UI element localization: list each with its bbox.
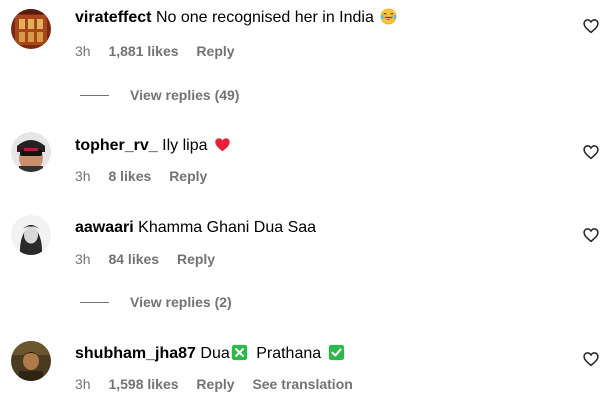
username[interactable]: shubham_jha87 bbox=[75, 345, 196, 362]
username[interactable]: topher_rv_ bbox=[75, 137, 158, 154]
laughing-tears-emoji bbox=[380, 8, 397, 25]
view-replies-label[interactable]: View replies (49) bbox=[130, 86, 239, 104]
likes-count[interactable]: 8 likes bbox=[108, 168, 151, 184]
like-heart-icon[interactable] bbox=[582, 350, 600, 368]
comment-line: topher_rv_ Ily lipa bbox=[75, 136, 231, 156]
avatar-aawaari[interactable] bbox=[11, 215, 51, 255]
reply-button[interactable]: Reply bbox=[196, 43, 234, 59]
comment-text-a: Dua bbox=[200, 345, 230, 362]
reply-button[interactable]: Reply bbox=[196, 376, 234, 392]
like-heart-icon[interactable] bbox=[582, 17, 600, 35]
comment-line: virateffect No one recognised her in Ind… bbox=[75, 8, 397, 28]
cross-mark-button-emoji bbox=[231, 344, 248, 361]
comment-text: No one recognised her in India bbox=[155, 9, 374, 26]
check-mark-button-emoji bbox=[328, 344, 345, 361]
reply-button[interactable]: Reply bbox=[177, 251, 215, 267]
reply-button[interactable]: Reply bbox=[169, 168, 207, 184]
comment-line: aawaari Khamma Ghani Dua Saa bbox=[75, 218, 316, 238]
view-replies-label[interactable]: View replies (2) bbox=[130, 293, 232, 311]
like-heart-icon[interactable] bbox=[582, 143, 600, 161]
comment-text-b: Prathana bbox=[256, 345, 322, 362]
timestamp: 3h bbox=[75, 376, 91, 392]
comment-meta: 3h 8 likes Reply bbox=[75, 167, 221, 185]
avatar-topher_rv_[interactable] bbox=[11, 132, 51, 172]
comment-meta: 3h 84 likes Reply bbox=[75, 250, 229, 268]
username[interactable]: virateffect bbox=[75, 9, 151, 26]
likes-count[interactable]: 1,598 likes bbox=[108, 376, 178, 392]
avatar-shubham_jha87[interactable] bbox=[11, 341, 51, 381]
comment-meta: 3h 1,881 likes Reply bbox=[75, 42, 249, 60]
timestamp: 3h bbox=[75, 43, 91, 59]
timestamp: 3h bbox=[75, 251, 91, 267]
see-translation-button[interactable]: See translation bbox=[252, 376, 352, 392]
replies-divider bbox=[80, 95, 109, 96]
replies-divider bbox=[80, 302, 109, 303]
red-heart-emoji bbox=[214, 136, 231, 153]
timestamp: 3h bbox=[75, 168, 91, 184]
comment-text: Ily lipa bbox=[162, 137, 208, 154]
like-heart-icon[interactable] bbox=[582, 226, 600, 244]
comment-meta: 3h 1,598 likes Reply See translation bbox=[75, 375, 367, 393]
comment-line: shubham_jha87 Dua Prathana bbox=[75, 344, 345, 364]
likes-count[interactable]: 84 likes bbox=[108, 251, 159, 267]
likes-count[interactable]: 1,881 likes bbox=[108, 43, 178, 59]
comment-text: Khamma Ghani Dua Saa bbox=[138, 219, 317, 236]
avatar-virateffect[interactable] bbox=[11, 9, 51, 49]
username[interactable]: aawaari bbox=[75, 219, 134, 236]
